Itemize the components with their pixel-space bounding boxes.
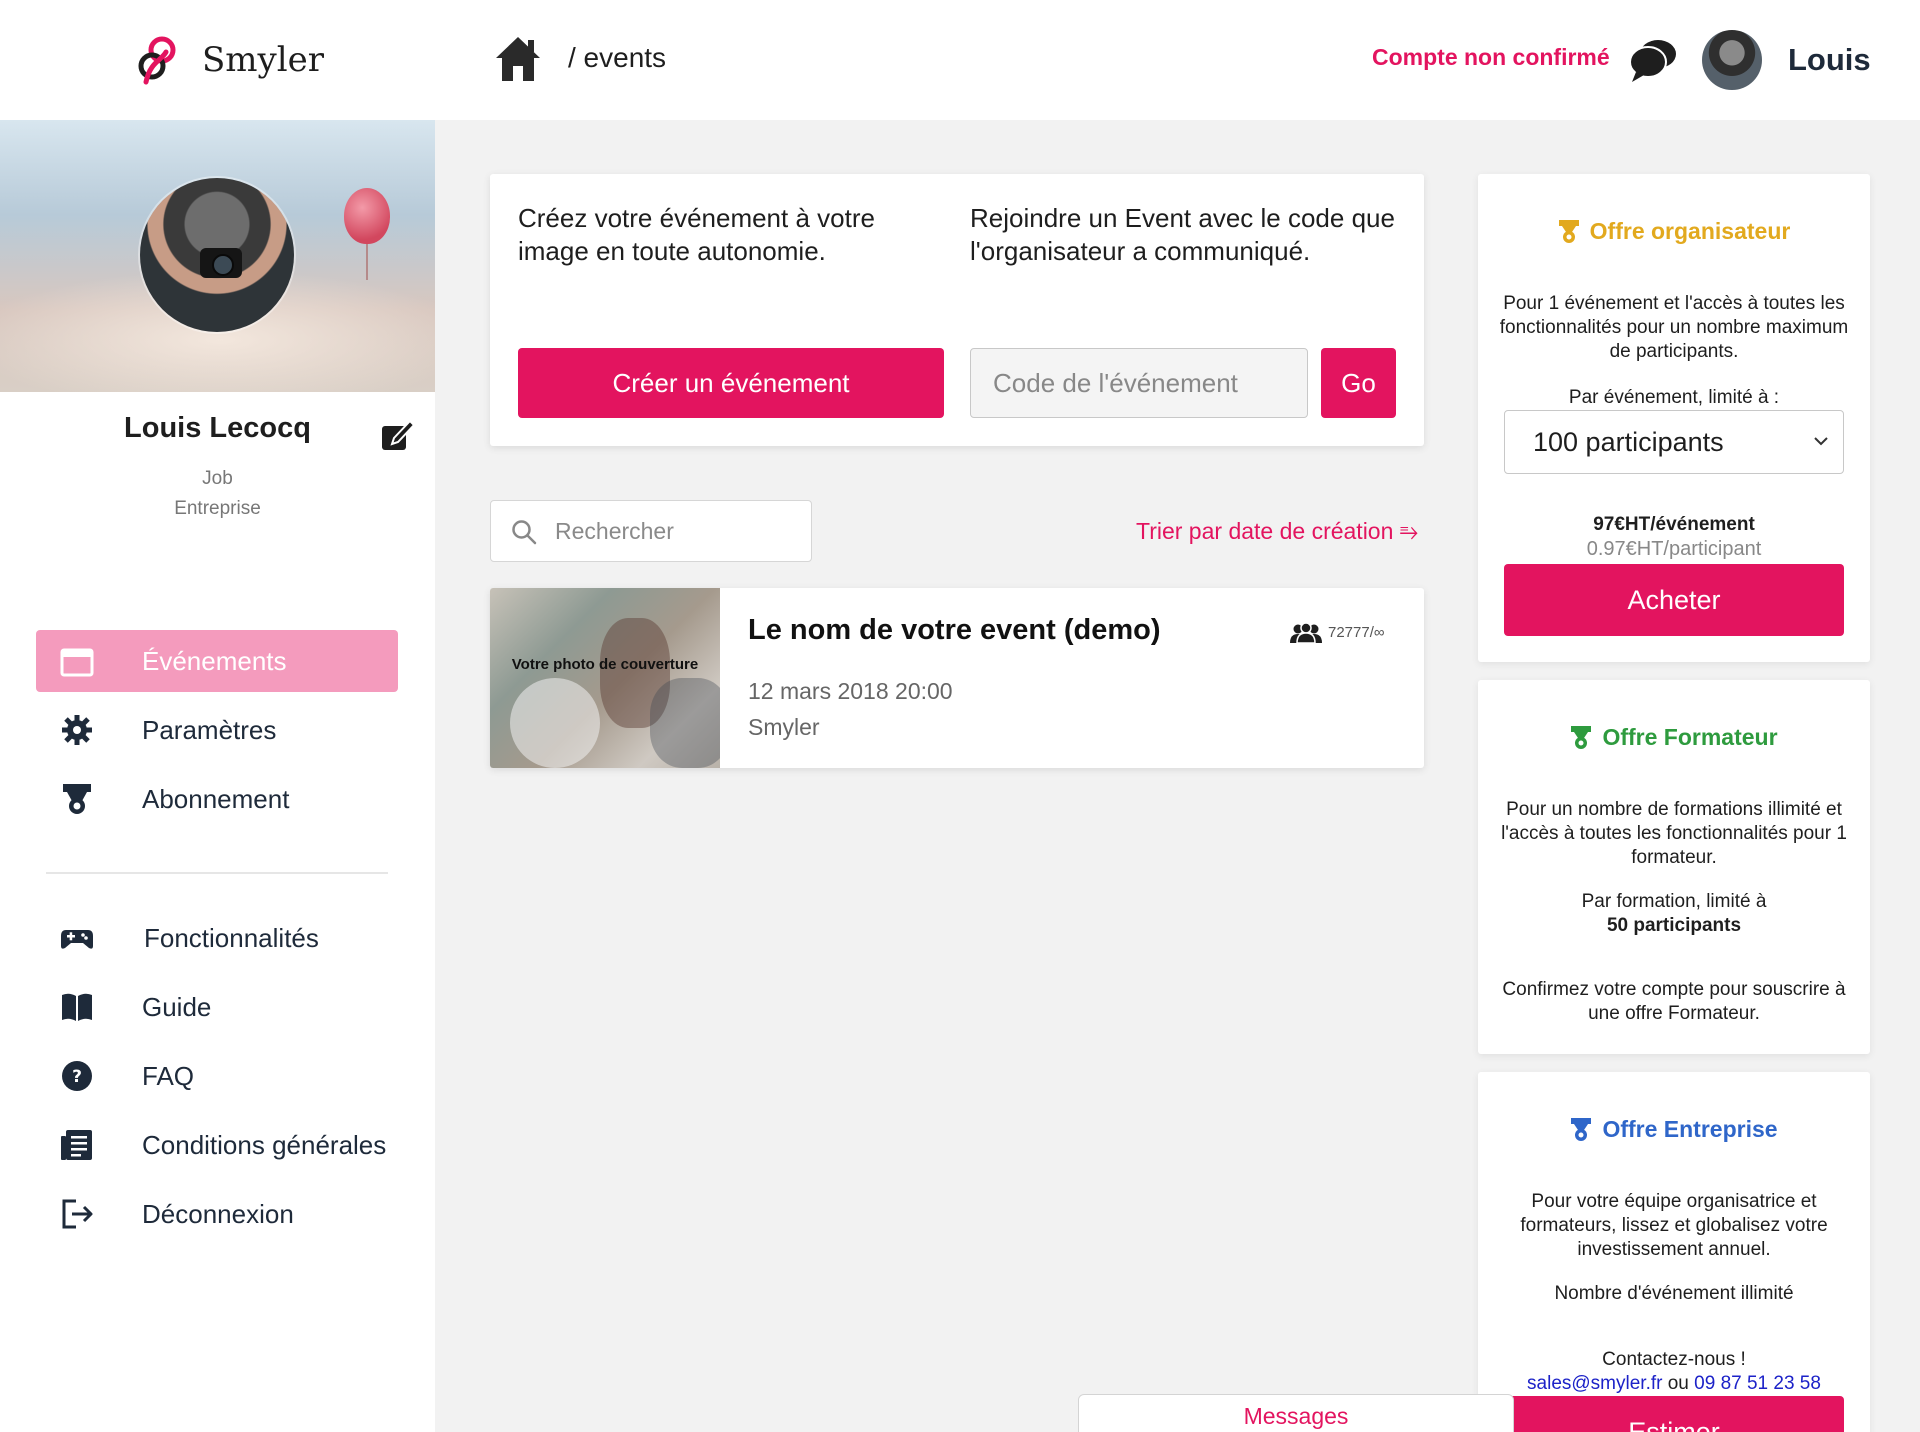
profile-job: Job (202, 468, 233, 489)
sidebar-item-fonctionnalites[interactable]: Fonctionnalités (36, 907, 398, 969)
balloon-string (366, 244, 368, 280)
offer-entreprise-header: Offre Entreprise (1478, 1116, 1870, 1143)
participants-select[interactable]: 100 participants (1504, 410, 1844, 474)
search-icon (512, 520, 537, 545)
messages-tab[interactable]: Messages (1078, 1394, 1514, 1432)
sidebar-item-label: Guide (142, 991, 212, 1022)
sidebar-item-label: Déconnexion (142, 1198, 294, 1229)
offer-title: Offre Formateur (1602, 724, 1778, 750)
offer-limit-label: Par formation, limité à (1581, 891, 1767, 912)
event-organizer: Smyler (748, 714, 820, 740)
sidebar-item-abonnement[interactable]: Abonnement (36, 768, 398, 830)
join-description: Rejoindre un Event avec le code que l'or… (970, 203, 1395, 266)
top-bar: Smyler / events Compte non confirmé Loui… (0, 0, 1920, 120)
offer-price: 97€HT/événement (1593, 514, 1755, 535)
user-name[interactable]: Louis (1788, 42, 1871, 78)
event-date: 12 mars 2018 20:00 (748, 678, 953, 704)
sidebar-item-label: Fonctionnalités (144, 922, 319, 953)
offer-contact-label: Contactez-nous ! (1602, 1349, 1746, 1370)
create-event-button[interactable]: Créer un événement (518, 348, 944, 418)
profile-avatar (140, 178, 294, 332)
offer-organisateur-header: Offre organisateur (1478, 218, 1870, 245)
event-cover-image: Votre photo de couverture (490, 588, 720, 768)
selected-plan: 100 participants (1533, 426, 1724, 457)
book-icon (62, 993, 92, 1021)
balloon-image (344, 188, 390, 244)
svg-text:?: ? (72, 1067, 82, 1087)
home-icon[interactable] (494, 34, 542, 84)
offer-limit-value: 50 participants (1606, 915, 1742, 936)
offer-title: Offre organisateur (1589, 218, 1791, 244)
buy-button[interactable]: Acheter (1504, 564, 1844, 636)
offer-organisateur-card: Offre organisateur Pour 1 événement et l… (1478, 174, 1870, 662)
sidebar-item-label: Événements (142, 645, 287, 676)
medal-icon (1571, 725, 1592, 749)
smyler-logo-icon (138, 36, 176, 85)
go-button[interactable]: Go (1321, 348, 1396, 418)
offer-formateur-card: Offre Formateur Pour un nombre de format… (1478, 680, 1870, 1054)
participant-count: 72777/∞ (1328, 624, 1385, 641)
search-input[interactable] (555, 501, 805, 561)
chat-icon[interactable] (1628, 36, 1678, 84)
sidebar: Louis Lecocq Job Entreprise Événements P… (0, 120, 435, 1432)
offer-description: Pour un nombre de formations illimité et… (1501, 799, 1847, 868)
medal-icon (63, 784, 91, 814)
sidebar-item-conditions[interactable]: Conditions générales (36, 1114, 398, 1176)
event-code-input[interactable] (970, 348, 1308, 418)
account-status-link[interactable]: Compte non confirmé (1372, 44, 1610, 71)
offer-entreprise-card: Offre Entreprise Pour votre équipe organ… (1478, 1072, 1870, 1432)
sidebar-item-label: Paramètres (142, 714, 277, 745)
sidebar-item-deconnexion[interactable]: Déconnexion (36, 1183, 398, 1245)
create-join-card: Créez votre événement à votre image en t… (490, 174, 1424, 446)
sales-phone-link[interactable]: 09 87 51 23 58 (1694, 1373, 1821, 1394)
sidebar-divider (46, 872, 388, 874)
medal-icon (1558, 219, 1579, 243)
profile-name: Louis Lecocq (124, 412, 311, 444)
offer-limit-label: Par événement, limité à : (1568, 387, 1780, 408)
event-card[interactable]: Votre photo de couverture Le nom de votr… (490, 588, 1424, 768)
gamepad-icon (61, 930, 93, 949)
brand[interactable]: Smyler (132, 32, 324, 88)
offer-formateur-header: Offre Formateur (1478, 724, 1870, 751)
camera-image (200, 248, 242, 278)
document-icon (61, 1130, 92, 1160)
estimate-button[interactable]: Estimer (1504, 1396, 1844, 1432)
offer-description: Pour votre équipe organisatrice et forma… (1520, 1191, 1828, 1260)
breadcrumb: / events (568, 42, 667, 73)
sidebar-item-guide[interactable]: Guide (36, 976, 398, 1038)
cover-photo-shape (650, 678, 720, 768)
question-icon: ? (62, 1061, 92, 1091)
chevron-down-icon (1814, 437, 1828, 446)
offer-title: Offre Entreprise (1602, 1116, 1778, 1142)
calendar-icon (60, 648, 94, 677)
create-description: Créez votre événement à votre image en t… (518, 203, 875, 266)
cover-photo-shape (510, 678, 600, 768)
sidebar-item-faq[interactable]: ? FAQ (36, 1045, 398, 1107)
sidebar-item-label: Abonnement (142, 783, 290, 814)
edit-profile-icon[interactable] (380, 418, 416, 452)
avatar[interactable] (1702, 30, 1762, 90)
search-box[interactable] (490, 500, 812, 562)
contact-separator: ou (1667, 1373, 1689, 1394)
sidebar-item-label: Conditions générales (142, 1129, 387, 1160)
offer-contact-line: sales@smyler.fr ou 09 87 51 23 58 (1498, 1372, 1850, 1396)
logout-icon (62, 1199, 93, 1229)
profile-company: Entreprise (174, 498, 261, 519)
sidebar-item-evenements[interactable]: Événements (36, 630, 398, 692)
offer-events-note: Nombre d'événement illimité (1554, 1283, 1794, 1304)
brand-name: Smyler (202, 40, 324, 80)
sidebar-item-parametres[interactable]: Paramètres (36, 699, 398, 761)
participants-icon (1290, 622, 1322, 644)
profile-cover-image (0, 120, 435, 392)
sort-by-date-link[interactable]: Trier par date de création ⥱ (1136, 518, 1418, 545)
offer-price-per-participant: 0.97€HT/participant (1586, 538, 1762, 560)
event-title[interactable]: Le nom de votre event (demo) (748, 614, 1161, 647)
offer-description: Pour 1 événement et l'accès à toutes les… (1499, 293, 1849, 362)
medal-icon (1571, 1117, 1592, 1141)
offer-note: Confirmez votre compte pour souscrire à … (1502, 979, 1846, 1024)
cover-placeholder-label: Votre photo de couverture (511, 656, 699, 673)
gear-icon (62, 715, 92, 745)
sidebar-item-label: FAQ (142, 1060, 195, 1091)
sales-email-link[interactable]: sales@smyler.fr (1527, 1373, 1662, 1394)
